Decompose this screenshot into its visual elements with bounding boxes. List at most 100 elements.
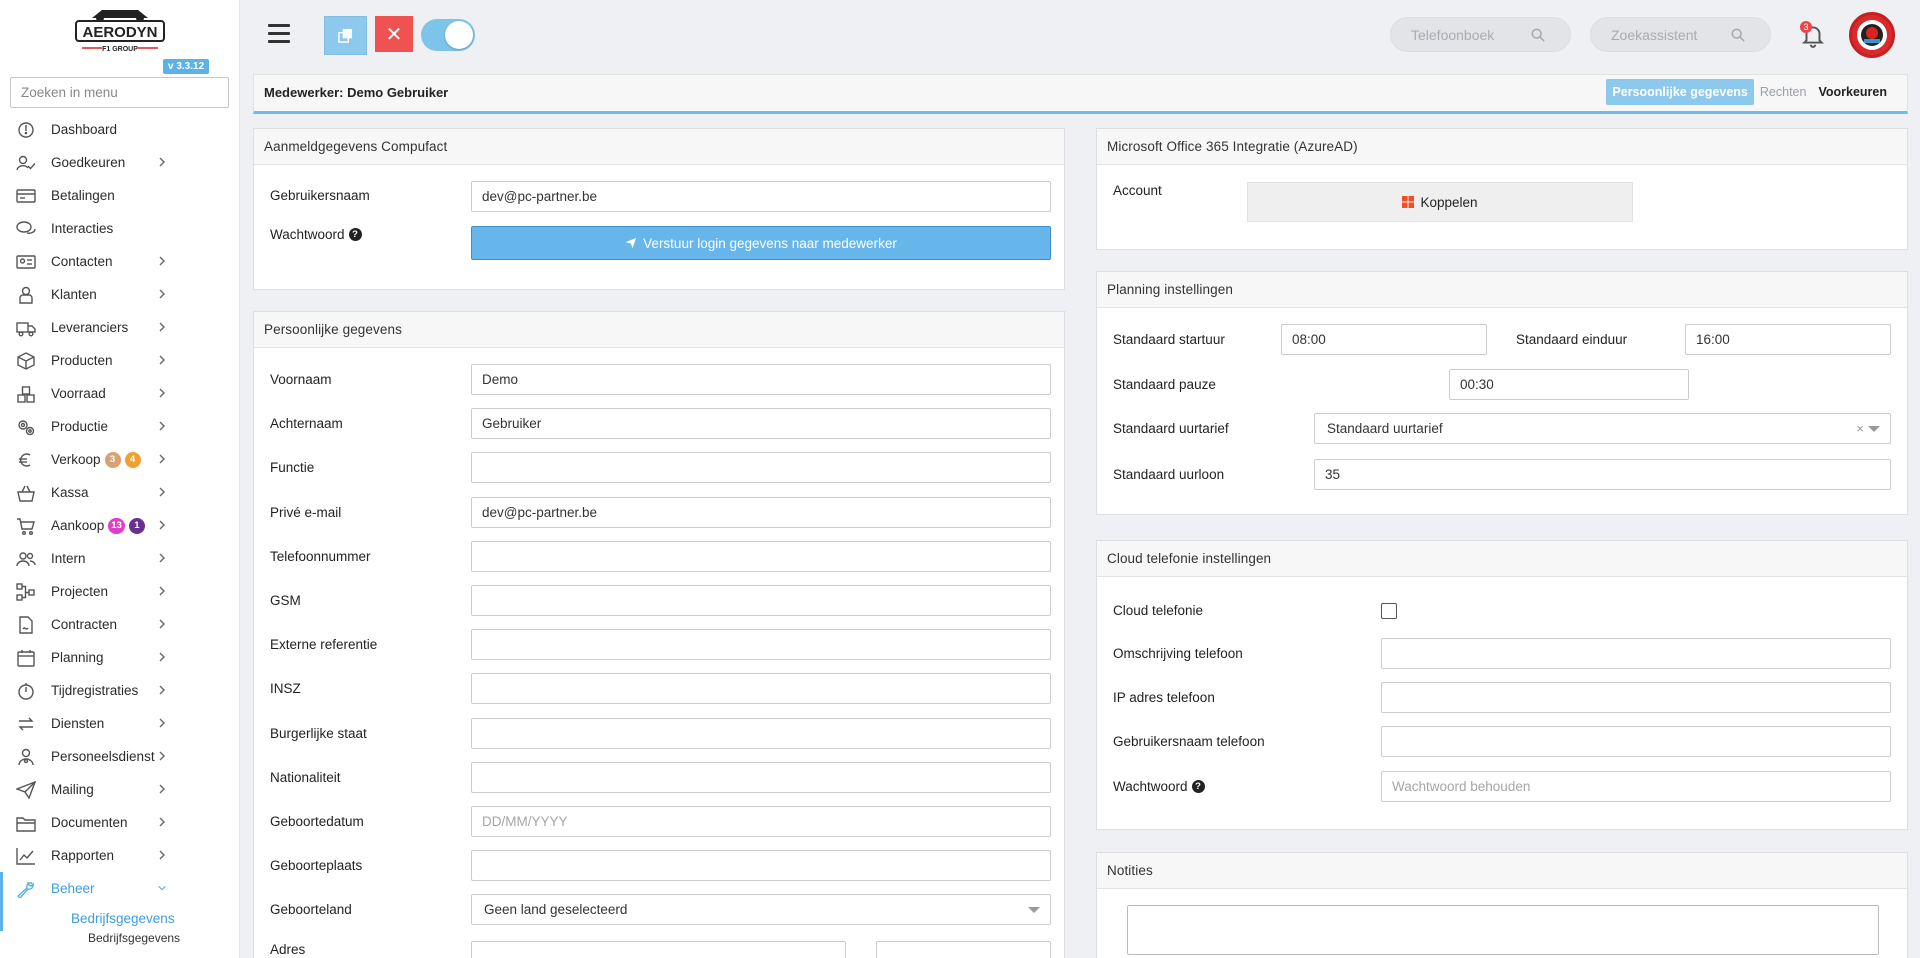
phonebook-search[interactable] [1390,17,1571,52]
tab-rights[interactable]: Rechten [1754,79,1813,105]
assistant-search[interactable] [1590,17,1771,52]
burgerlijke-staat-input[interactable] [471,717,1051,749]
clear-icon[interactable]: × [1856,421,1864,436]
sidebar-item-tijdregistraties[interactable]: Tijdregistraties [0,674,239,707]
assistant-input[interactable] [1611,26,1731,43]
hamburger-menu-icon[interactable] [268,24,290,44]
sidebar-item-betalingen[interactable]: Betalingen [0,179,239,212]
tab-personal-data[interactable]: Persoonlijke gegevens [1606,79,1754,105]
send-login-label: Verstuur login gegevens naar medewerker [643,235,897,251]
chevron-down-icon [1868,426,1880,432]
username-input[interactable] [471,181,1051,212]
functie-label: Functie [270,460,315,476]
address-label: Adres [270,941,306,957]
sidebar-item-productie[interactable]: Productie [0,410,239,443]
externe-referentie-input[interactable] [471,629,1051,661]
chevron-right-icon [157,519,167,534]
insz-input[interactable] [471,673,1051,705]
paper-plane-icon [625,237,637,249]
address-street-input[interactable] [471,941,846,958]
sidebar-subsubitem[interactable]: Bedrijfsgegevens [0,931,239,951]
sidebar-item-label: Verkoop [51,452,101,467]
sidebar-item-rapporten[interactable]: Rapporten [0,839,239,872]
sidebar-item-voorraad[interactable]: Voorraad [0,377,239,410]
chevron-right-icon [157,420,167,435]
start-time-input[interactable] [1281,324,1487,355]
page-header: Medewerker: Demo Gebruiker Persoonlijke … [253,74,1908,114]
notes-panel: Notities [1096,852,1908,958]
tab-preferences[interactable]: Voorkeuren [1812,79,1893,105]
phone-ip-input[interactable] [1381,682,1891,713]
connect-button[interactable]: Koppelen [1247,182,1633,222]
sidebar-item-mailing[interactable]: Mailing [0,773,239,806]
chevron-down-icon [157,882,167,897]
help-icon[interactable]: ? [348,227,362,241]
sidebar-item-label: Mailing [51,782,94,797]
phone-password-input[interactable] [1381,771,1891,802]
phone-username-input[interactable] [1381,726,1891,757]
voornaam-input[interactable] [471,364,1051,395]
phonebook-input[interactable] [1411,26,1531,43]
sidebar-item-label: Contacten [51,254,113,269]
geboorteplaats-input[interactable] [471,850,1051,882]
help-icon[interactable]: ? [1191,780,1205,793]
sidebar-item-kassa[interactable]: Kassa [0,476,239,509]
sidebar-item-dashboard[interactable]: Dashboard [0,113,239,146]
menu-search-input[interactable] [10,77,229,108]
company-logo[interactable]: AERODYN F1 GROUP [72,4,168,56]
sidebar-item-intern[interactable]: Intern [0,542,239,575]
personal-panel-title: Persoonlijke gegevens [254,312,1064,348]
contract-icon [15,615,37,634]
sidebar-item-diensten[interactable]: Diensten [0,707,239,740]
sidebar-item-producten[interactable]: Producten [0,344,239,377]
achternaam-input[interactable] [471,408,1051,440]
priv-e-mail-input[interactable] [471,496,1051,528]
sidebar-item-planning[interactable]: Planning [0,641,239,674]
sidebar-item-documenten[interactable]: Documenten [0,806,239,839]
nationaliteit-input[interactable] [471,761,1051,793]
close-button[interactable]: ✕ [375,16,413,52]
sidebar-item-contracten[interactable]: Contracten [0,608,239,641]
copy-icon [338,28,353,43]
version-badge: v 3.3.12 [163,59,210,74]
pause-input[interactable] [1449,369,1689,400]
sidebar-item-label: Intern [51,551,86,566]
phone-description-input[interactable] [1381,638,1891,669]
sidebar-item-goedkeuren[interactable]: Goedkeuren [0,146,239,179]
sidebar-item-aankoop[interactable]: Aankoop 13 1 [0,509,239,542]
cloud-telephony-checkbox[interactable] [1381,603,1397,619]
notes-textarea[interactable] [1127,905,1879,955]
count-badge: 3 [104,451,121,468]
wage-input[interactable] [1314,459,1891,490]
chevron-right-icon [157,486,167,501]
sidebar-item-interacties[interactable]: Interacties [0,212,239,245]
truck-icon [15,319,37,337]
mode-toggle[interactable] [421,19,475,51]
address-number-input[interactable] [876,941,1051,958]
sidebar-item-contacten[interactable]: Contacten [0,245,239,278]
count-badge: 4 [124,451,141,468]
chevron-right-icon [157,684,167,699]
azure-panel: Microsoft Office 365 Integratie (AzureAD… [1096,128,1908,250]
sidebar-item-leveranciers[interactable]: Leveranciers [0,311,239,344]
sidebar-item-beheer[interactable]: Beheer [0,872,239,905]
duplicate-button[interactable] [324,16,367,55]
rate-select[interactable]: Standaard uurtarief × [1314,413,1891,444]
chevron-right-icon [157,783,167,798]
sidebar-subitem-label: Bedrijfsgegevens [71,910,175,926]
end-time-input[interactable] [1685,324,1891,355]
country-select[interactable]: Geen land geselecteerd [471,894,1051,925]
sidebar-item-klanten[interactable]: Klanten [0,278,239,311]
send-login-button[interactable]: Verstuur login gegevens naar medewerker [471,226,1051,260]
search-icon [1531,28,1545,42]
gsm-input[interactable] [471,585,1051,616]
sidebar-item-projecten[interactable]: Projecten [0,575,239,608]
sidebar-item-personeelsdienst[interactable]: Personeelsdienst [0,740,239,773]
pause-label: Standaard pauze [1113,377,1216,392]
avatar[interactable] [1849,12,1895,58]
telefoonnummer-input[interactable] [471,540,1051,572]
sidebar-subitem-bedrijfsgegevens[interactable]: Bedrijfsgegevens [0,905,239,933]
sidebar-item-verkoop[interactable]: Verkoop 3 4 [0,443,239,476]
geboortedatum-input[interactable] [471,806,1051,837]
functie-input[interactable] [471,452,1051,484]
